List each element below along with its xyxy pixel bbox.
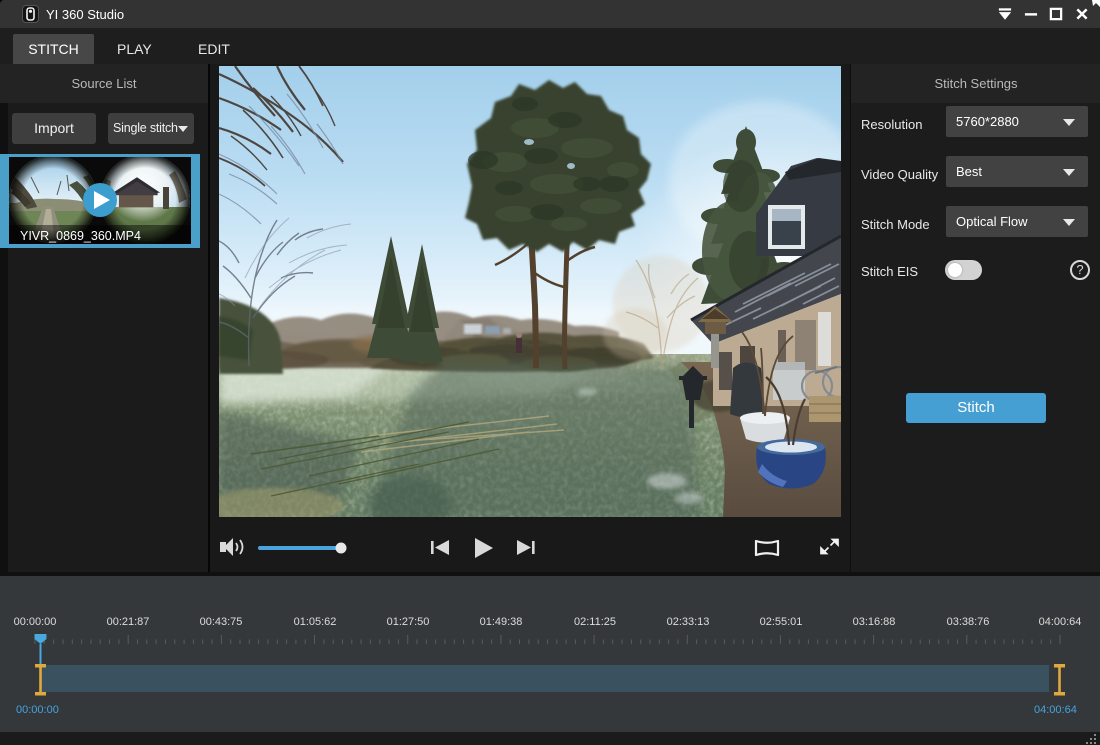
svg-text:YIVR_0869_360.MP4: YIVR_0869_360.MP4 xyxy=(20,229,141,243)
